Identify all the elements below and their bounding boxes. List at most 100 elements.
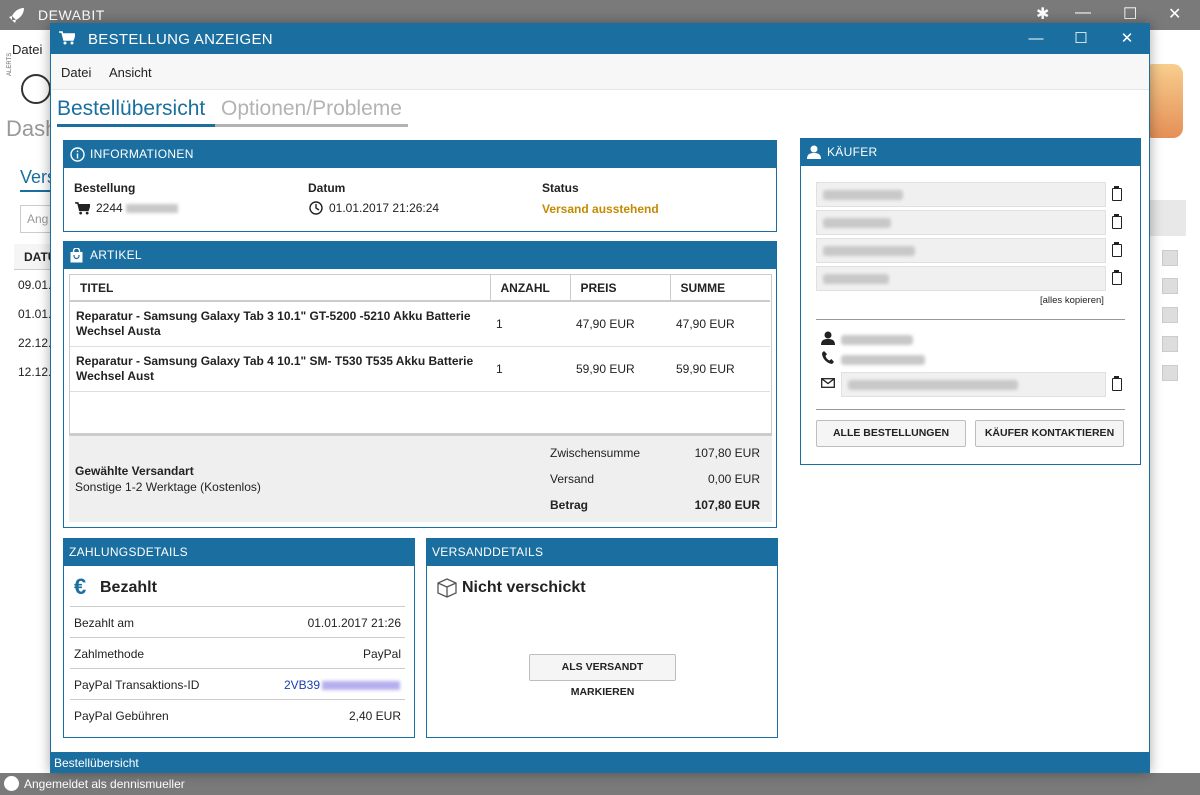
app-close-button[interactable]: ✕ [1168, 4, 1181, 24]
buyer-name-field[interactable] [816, 182, 1106, 207]
app-table-row[interactable]: 01.01. [18, 307, 51, 321]
bug-icon[interactable]: ✱ [1036, 4, 1049, 24]
shipping-cost-value: 0,00 EUR [707, 472, 760, 486]
redacted-order-number [126, 204, 178, 213]
column-header-price[interactable]: PREIS [570, 275, 671, 302]
clipboard-icon[interactable] [1112, 186, 1122, 201]
app-menu-file[interactable]: Datei [12, 42, 42, 57]
buyer-country-field[interactable] [816, 266, 1106, 291]
subtotal-value: 107,80 EUR [694, 446, 760, 460]
app-statusbar: Angemeldet als dennismueller [0, 773, 1200, 795]
app-title: DEWABIT [38, 7, 105, 23]
box-icon[interactable] [1162, 278, 1178, 294]
mail-icon [821, 378, 835, 388]
tab-options[interactable]: Optionen/Probleme [215, 97, 408, 127]
buyer-heading: KÄUFER [801, 139, 1140, 166]
tab-overview[interactable]: Bestellübersicht [57, 97, 215, 127]
buyer-panel: KÄUFER [alles kopieren] ALLE BESTELLUNGE… [800, 138, 1141, 465]
shipping-cost-label: Versand [550, 472, 595, 486]
order-date: 01.01.2017 21:26:24 [329, 201, 440, 215]
column-header-title[interactable]: TITEL [70, 275, 491, 302]
alarm-clock-icon[interactable] [21, 74, 51, 104]
mark-shipped-button[interactable]: ALS VERSANDT MARKIEREN [529, 654, 676, 698]
redacted-transaction-id [322, 681, 400, 690]
subtotal-label: Zwischensumme [550, 446, 641, 460]
menu-bar: Datei Ansicht [51, 54, 1149, 90]
table-row[interactable]: Reparatur - Samsung Galaxy Tab 4 10.1" S… [70, 346, 770, 392]
article-title: Reparatur - Samsung Galaxy Tab 4 10.1" S… [70, 346, 490, 392]
redacted-phone [841, 355, 925, 365]
menu-file[interactable]: Datei [61, 65, 91, 80]
shipping-heading: VERSANDDETAILS [427, 539, 777, 566]
payment-panel: ZAHLUNGSDETAILS € Bezahlt Bezahlt am 01.… [63, 538, 415, 738]
article-qty: 1 [490, 346, 570, 392]
app-maximize-button[interactable]: ☐ [1123, 4, 1137, 24]
app-table-header: DATU [14, 244, 56, 270]
euro-icon: € [74, 574, 87, 599]
date-label: Datum [308, 181, 346, 195]
paypal-transaction-link[interactable]: 2VB39 [284, 678, 320, 692]
info-heading: INFORMATIONEN [64, 141, 776, 168]
user-icon [4, 776, 19, 791]
shopping-bag-icon [70, 248, 83, 263]
article-price: 47,90 EUR [570, 301, 670, 347]
all-orders-button[interactable]: ALLE BESTELLUNGEN [816, 420, 966, 447]
shipping-method-label: Gewählte Versandart [75, 464, 194, 478]
maximize-button[interactable]: ☐ [1066, 28, 1096, 50]
buyer-heading-label: KÄUFER [827, 145, 878, 159]
shipping-method-value: Sonstige 1-2 Werktage (Kostenlos) [75, 480, 261, 494]
order-window: BESTELLUNG ANZEIGEN — ☐ ✕ Datei Ansicht … [50, 23, 1150, 773]
buyer-street-field[interactable] [816, 210, 1106, 235]
window-title: BESTELLUNG ANZEIGEN [88, 31, 273, 48]
clipboard-icon[interactable] [1112, 270, 1122, 285]
buyer-city-field[interactable] [816, 238, 1106, 263]
column-header-qty[interactable]: ANZAHL [490, 275, 571, 302]
payment-row-value: 01.01.2017 21:26 [307, 616, 401, 630]
payment-row-label: Zahlmethode [74, 647, 145, 661]
redacted-username [841, 335, 913, 345]
article-price: 59,90 EUR [570, 346, 670, 392]
clipboard-icon[interactable] [1112, 376, 1122, 391]
total-label: Betrag [550, 498, 589, 512]
person-icon [821, 331, 835, 345]
alerts-label: ALERTS [7, 52, 13, 76]
menu-view[interactable]: Ansicht [109, 65, 152, 80]
divider [816, 409, 1125, 410]
box-icon[interactable] [1162, 307, 1178, 323]
box-icon[interactable] [1162, 365, 1178, 381]
app-table-row[interactable]: 12.12. [18, 365, 51, 379]
articles-heading-label: ARTIKEL [90, 248, 142, 262]
payment-row-label: PayPal Transaktions-ID [74, 678, 200, 692]
payment-heading: ZAHLUNGSDETAILS [64, 539, 414, 566]
payment-status: Bezahlt [100, 579, 157, 596]
payment-row-label: Bezahlt am [74, 616, 135, 630]
payment-row: PayPal Gebühren 2,40 EUR [70, 699, 405, 730]
buyer-email-field[interactable] [841, 372, 1106, 397]
app-table-row[interactable]: 09.01. [18, 278, 51, 292]
totals-area: Gewählte Versandart Sonstige 1-2 Werktag… [69, 434, 772, 522]
copy-all-link[interactable]: [alles kopieren] [1040, 295, 1104, 306]
person-icon [807, 145, 821, 159]
clipboard-icon[interactable] [1112, 242, 1122, 257]
table-row[interactable]: Reparatur - Samsung Galaxy Tab 3 10.1" G… [70, 301, 770, 347]
box-icon[interactable] [1162, 336, 1178, 352]
phone-icon [822, 351, 834, 364]
payment-row: Zahlmethode PayPal [70, 637, 405, 668]
shipping-status: Nicht verschickt [462, 579, 586, 596]
payment-row-value: PayPal [362, 647, 401, 661]
app-minimize-button[interactable]: — [1075, 4, 1091, 22]
column-header-sum[interactable]: SUMME [670, 275, 770, 302]
status-label: Status [542, 181, 579, 195]
package-icon [437, 578, 457, 598]
window-titlebar[interactable]: BESTELLUNG ANZEIGEN — ☐ ✕ [51, 24, 1149, 54]
article-title: Reparatur - Samsung Galaxy Tab 3 10.1" G… [70, 301, 490, 347]
contact-buyer-button[interactable]: KÄUFER KONTAKTIEREN [975, 420, 1124, 447]
box-icon [1162, 250, 1178, 266]
app-side-panel [1150, 200, 1186, 236]
clipboard-icon[interactable] [1112, 214, 1122, 229]
articles-table-frame: TITEL ANZAHL PREIS SUMME Reparatur - Sam… [69, 274, 772, 434]
minimize-button[interactable]: — [1021, 28, 1051, 50]
close-button[interactable]: ✕ [1112, 28, 1142, 50]
app-table-row[interactable]: 22.12. [18, 336, 51, 350]
order-number: 2244 [96, 201, 123, 215]
